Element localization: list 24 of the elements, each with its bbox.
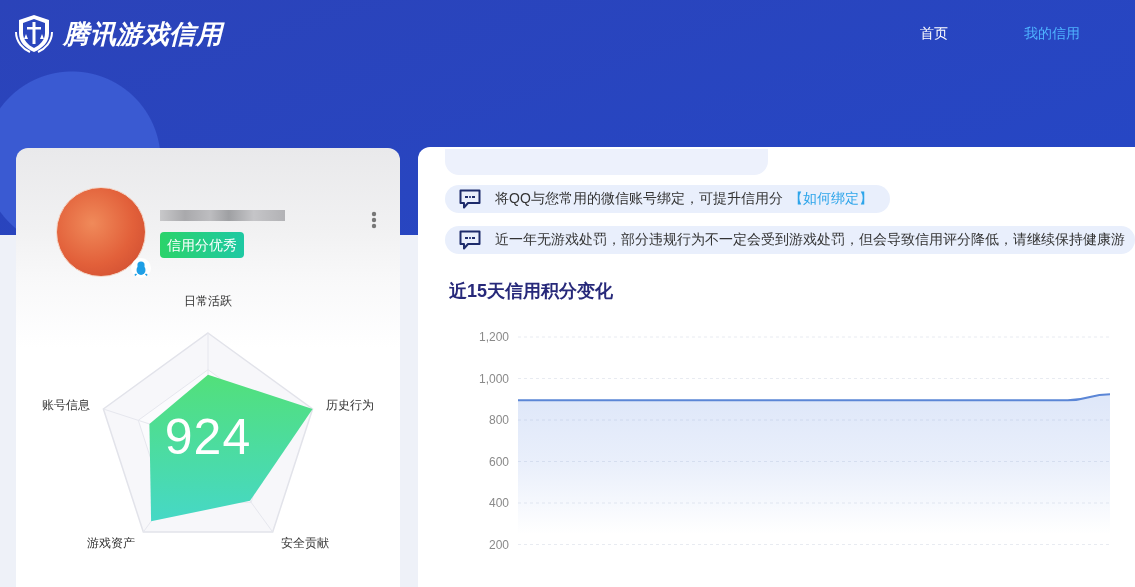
how-to-bind-link[interactable]: 【如何绑定】 (788, 190, 873, 208)
chat-bubble-icon (459, 189, 481, 209)
y-tick-label: 1,200 (478, 330, 509, 344)
y-tick-label: 600 (488, 454, 509, 469)
penguin-icon (131, 258, 151, 278)
nav-link[interactable]: 首页 (920, 25, 948, 43)
y-tick-label: 400 (488, 496, 509, 510)
y-tick-label: 800 (488, 413, 509, 427)
chat-bubble-icon (459, 230, 481, 250)
radar-axis-label: 账号信息 (42, 397, 91, 412)
shield-logo-icon (15, 14, 53, 54)
credit-level-badge: 信用分优秀 (160, 232, 244, 258)
radar-axis-label: 安全贡献 (280, 536, 329, 551)
y-tick-label: 200 (488, 537, 509, 552)
radar-axis-label: 历史行为 (325, 397, 374, 412)
y-tick-label: 1,000 (478, 371, 509, 386)
chart-title: 近15天信用积分变化 (449, 280, 614, 303)
notice-text: 近一年无游戏处罚，部分违规行为不一定会受到游戏处罚，但会导致信用评分降低，请继续保持健康游 (495, 231, 1125, 249)
nav-link[interactable]: 我的信用 (1024, 25, 1080, 43)
radar-axis-label: 日常活跃 (184, 294, 232, 308)
radar-axis-label: 游戏资产 (87, 536, 136, 551)
notice-text: 将QQ与您常用的微信账号绑定，可提升信用分 (495, 190, 783, 208)
credit-score: 924 (164, 409, 252, 465)
more-icon[interactable] (371, 211, 377, 229)
